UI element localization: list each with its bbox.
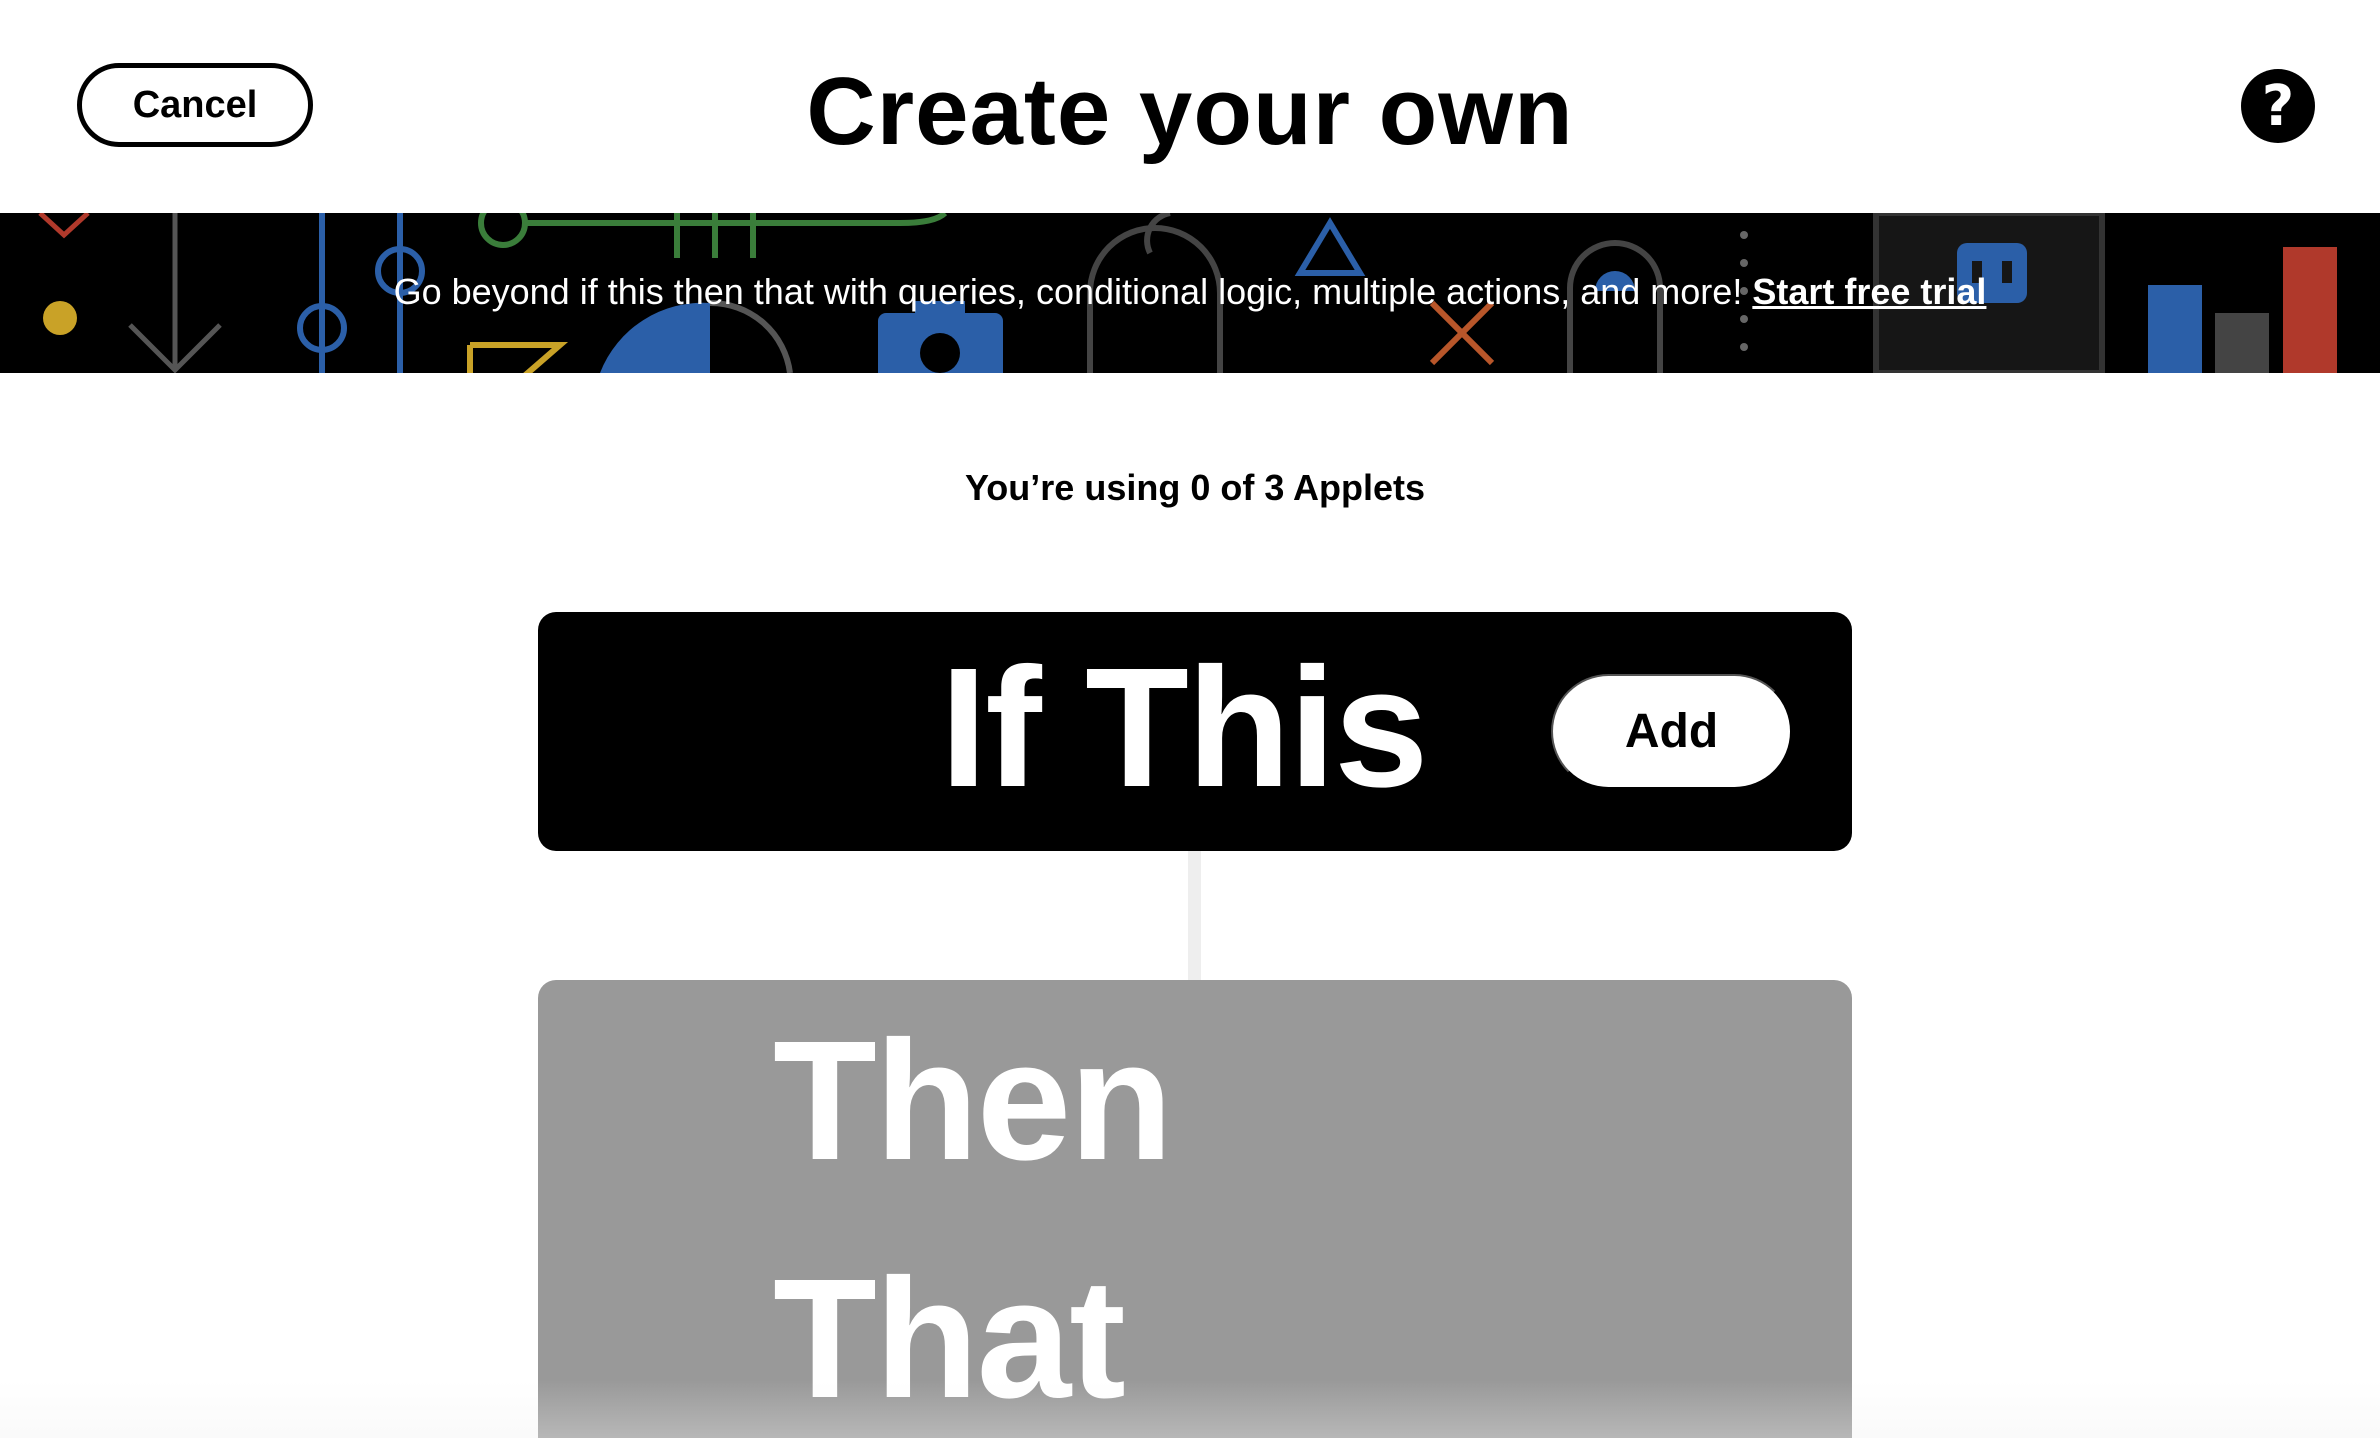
add-trigger-button[interactable]: Add	[1551, 674, 1792, 789]
if-this-label: If This	[940, 633, 1429, 823]
page-title: Create your own	[806, 58, 1574, 165]
create-applet-page: Cancel Create your own ? Go beyond if th…	[0, 0, 2380, 1438]
question-mark-icon[interactable]: ?	[2241, 69, 2315, 143]
if-this-card[interactable]: If This Add	[538, 612, 1852, 851]
that-label: That	[773, 1244, 1126, 1434]
then-that-label: Then That	[773, 982, 1173, 1438]
help-glyph: ?	[2261, 73, 2295, 139]
applet-usage-text: You’re using 0 of 3 Applets	[964, 467, 1426, 508]
then-label: Then	[773, 1006, 1173, 1196]
banner-message: Go beyond if this then that with queries…	[0, 267, 2380, 317]
start-free-trial-link[interactable]: Start free trial	[1752, 271, 1986, 312]
banner-text: Go beyond if this then that with queries…	[393, 271, 1743, 312]
connector-line	[1188, 851, 1201, 980]
upgrade-banner: Go beyond if this then that with queries…	[0, 213, 2380, 373]
then-that-card: Then That	[538, 980, 1852, 1438]
header: Cancel Create your own ?	[0, 0, 2380, 213]
